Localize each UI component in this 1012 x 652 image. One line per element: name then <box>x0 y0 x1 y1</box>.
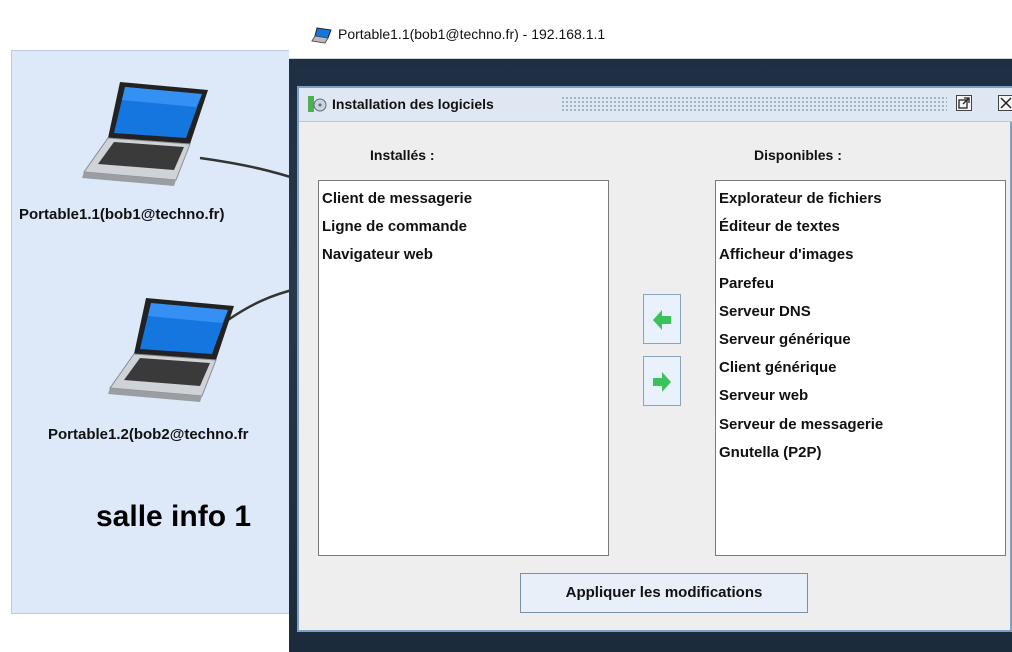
list-item[interactable]: Explorateur de fichiers <box>718 185 1005 213</box>
dialog-titlebar[interactable]: Installation des logiciels <box>299 88 1012 122</box>
software-install-dialog: Installation des logiciels Installés : D… <box>297 86 1012 632</box>
list-item[interactable]: Serveur générique <box>718 326 1005 354</box>
titlebar-grip <box>561 96 947 112</box>
arrow-right-icon <box>653 372 671 392</box>
install-arrow-button[interactable] <box>643 294 681 344</box>
installed-heading: Installés : <box>370 147 435 163</box>
window-titlebar[interactable]: Portable1.1(bob1@techno.fr) - 192.168.1.… <box>289 12 1012 59</box>
maximize-icon[interactable] <box>956 95 972 111</box>
list-item[interactable]: Parefeu <box>718 270 1005 298</box>
node-label[interactable]: Portable1.2(bob2@techno.fr <box>48 426 249 443</box>
uninstall-arrow-button[interactable] <box>643 356 681 406</box>
list-item[interactable]: Serveur DNS <box>718 298 1005 326</box>
list-item[interactable]: Serveur de messagerie <box>718 411 1005 439</box>
node-label[interactable]: Portable1.1(bob1@techno.fr) <box>19 206 224 223</box>
install-icon <box>308 96 327 112</box>
laptop-icon[interactable] <box>104 288 244 403</box>
list-item[interactable]: Client générique <box>718 354 1005 382</box>
arrow-left-icon <box>653 310 671 330</box>
list-item[interactable]: Navigateur web <box>321 241 608 269</box>
list-item[interactable]: Serveur web <box>718 382 1005 410</box>
laptop-icon[interactable] <box>78 72 218 187</box>
list-item[interactable]: Gnutella (P2P) <box>718 439 1005 467</box>
apply-changes-button[interactable]: Appliquer les modifications <box>520 573 808 613</box>
available-heading: Disponibles : <box>754 147 842 163</box>
available-list[interactable]: Explorateur de fichiers Éditeur de texte… <box>715 180 1006 556</box>
installed-list[interactable]: Client de messagerie Ligne de commande N… <box>318 180 609 556</box>
dialog-title: Installation des logiciels <box>332 96 494 112</box>
list-item[interactable]: Ligne de commande <box>321 213 608 241</box>
room-label: salle info 1 <box>96 500 252 533</box>
list-item[interactable]: Client de messagerie <box>321 185 608 213</box>
window-title: Portable1.1(bob1@techno.fr) - 192.168.1.… <box>338 26 606 42</box>
list-item[interactable]: Afficheur d'images <box>718 241 1005 269</box>
app-icon <box>311 27 332 44</box>
close-icon[interactable] <box>998 95 1012 111</box>
list-item[interactable]: Éditeur de textes <box>718 213 1005 241</box>
